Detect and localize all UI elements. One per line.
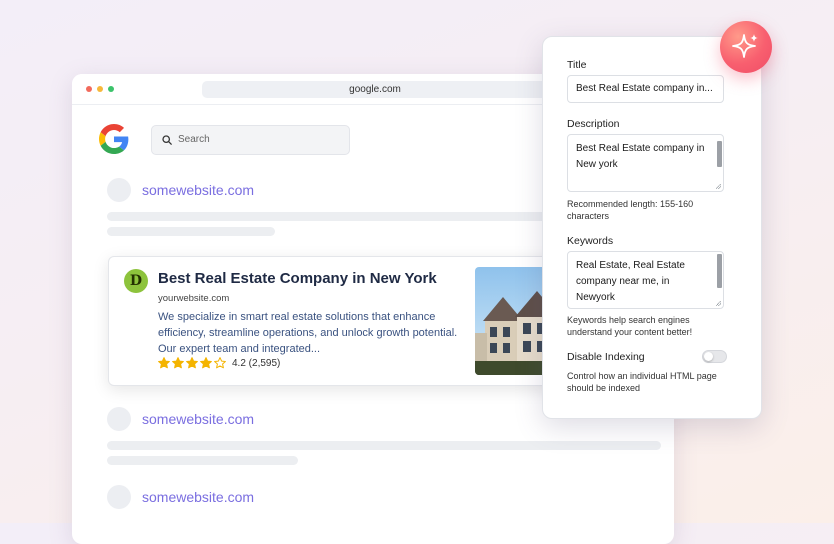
star-rating (158, 357, 226, 369)
site-favicon-placeholder (107, 178, 131, 202)
textarea-scrollbar[interactable] (717, 141, 722, 167)
indexing-hint: Control how an individual HTML page shou… (567, 371, 717, 393)
star-filled-icon (186, 357, 198, 369)
keywords-label: Keywords (567, 235, 614, 247)
result-rating: 4.2 (2,595) (158, 357, 280, 369)
keywords-hint: Keywords help search engines understand … (567, 315, 693, 337)
site-link[interactable]: somewebsite.com (142, 489, 254, 505)
text-placeholder-line (107, 227, 275, 236)
site-favicon-placeholder (107, 485, 131, 509)
textarea-scrollbar[interactable] (717, 254, 722, 288)
title-input[interactable]: Best Real Estate company in... (567, 75, 724, 103)
site-link[interactable]: somewebsite.com (142, 182, 254, 198)
description-hint: Recommended length: 155-160 characters (567, 199, 694, 221)
description-text: Best Real Estate company in New york (576, 143, 705, 170)
toggle-knob (704, 352, 713, 361)
result-description: We specialize in smart real estate solut… (158, 311, 458, 355)
site-link[interactable]: somewebsite.com (142, 411, 254, 427)
keywords-text: Real Estate, Real Estate company near me… (576, 260, 685, 303)
ai-sparkle-button[interactable] (720, 21, 772, 73)
textarea-resize-handle[interactable] (716, 184, 721, 189)
google-logo-icon (99, 124, 129, 154)
star-filled-icon (200, 357, 212, 369)
sparkle-icon (732, 34, 758, 58)
search-icon (162, 135, 172, 145)
star-filled-icon (158, 357, 170, 369)
minimize-window-button[interactable] (97, 86, 103, 92)
maximize-window-button[interactable] (108, 86, 114, 92)
close-window-button[interactable] (86, 86, 92, 92)
title-label: Title (567, 59, 587, 71)
text-placeholder-line (107, 441, 661, 450)
seo-settings-panel: Title Best Real Estate company in... Des… (542, 36, 762, 419)
result-favicon: D (124, 269, 148, 293)
result-url[interactable]: yourwebsite.com (158, 293, 229, 304)
address-bar[interactable]: google.com (202, 81, 548, 98)
description-textarea[interactable]: Best Real Estate company in New york (567, 134, 724, 192)
star-empty-icon (214, 357, 226, 369)
site-favicon-placeholder (107, 407, 131, 431)
star-filled-icon (172, 357, 184, 369)
description-label: Description (567, 118, 620, 130)
rating-text: 4.2 (2,595) (232, 357, 281, 369)
disable-indexing-toggle[interactable] (702, 350, 727, 363)
disable-indexing-label: Disable Indexing (567, 351, 645, 363)
result-title[interactable]: Best Real Estate Company in New York (158, 270, 437, 287)
textarea-resize-handle[interactable] (716, 301, 721, 306)
search-placeholder: Search (178, 134, 210, 145)
search-input[interactable]: Search (151, 125, 350, 155)
text-placeholder-line (107, 456, 298, 465)
keywords-textarea[interactable]: Real Estate, Real Estate company near me… (567, 251, 724, 309)
